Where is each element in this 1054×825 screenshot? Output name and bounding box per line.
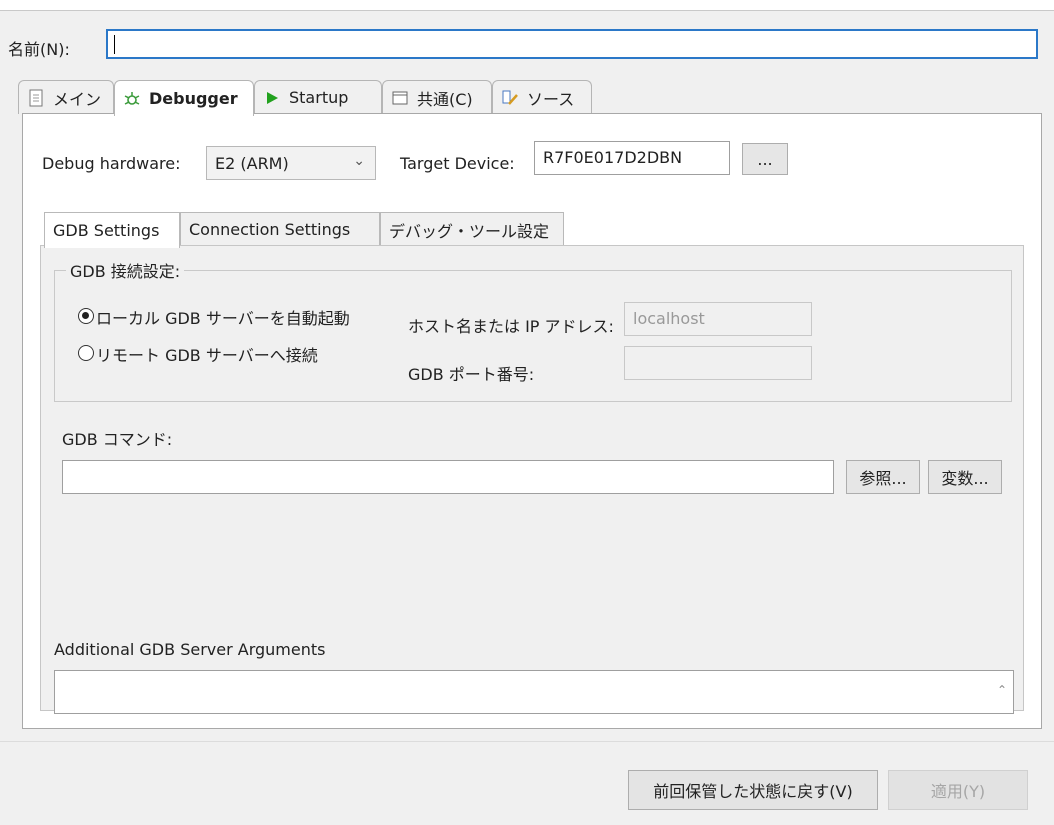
tab-source[interactable]: ソース <box>492 80 592 114</box>
host-label: ホスト名または IP アドレス: <box>408 317 614 336</box>
debug-hardware-select[interactable]: E2 (ARM) ⌄ <box>206 146 376 180</box>
additional-args-textarea[interactable]: ⌃ <box>54 670 1014 714</box>
remote-gdb-radio[interactable] <box>78 345 94 361</box>
gdb-command-browse-button[interactable]: 参照... <box>846 460 920 494</box>
window-icon <box>392 91 408 104</box>
tab-source-label: ソース <box>527 89 575 109</box>
remote-gdb-label: リモート GDB サーバーへ接続 <box>96 346 318 365</box>
scroll-up-icon[interactable]: ⌃ <box>997 683 1007 697</box>
target-device-input[interactable]: R7F0E017D2DBN <box>534 141 730 175</box>
port-input[interactable] <box>624 346 812 380</box>
chevron-down-icon: ⌄ <box>353 153 365 169</box>
tab-connection-settings[interactable]: Connection Settings <box>180 212 380 246</box>
tab-debugger-label: Debugger <box>149 89 238 108</box>
gdb-command-variables-label: 変数... <box>941 469 989 488</box>
apply-button[interactable]: 適用(Y) <box>888 770 1028 810</box>
revert-label: 前回保管した状態に戻す(V) <box>653 782 853 801</box>
local-gdb-radio[interactable] <box>78 308 94 324</box>
tab-startup[interactable]: Startup <box>254 80 382 114</box>
gdb-command-label: GDB コマンド: <box>62 430 173 449</box>
port-label: GDB ポート番号: <box>408 365 535 384</box>
revert-button[interactable]: 前回保管した状態に戻す(V) <box>628 770 878 810</box>
debug-hardware-label: Debug hardware: <box>42 154 181 173</box>
tab-main-label: メイン <box>53 89 102 109</box>
footer-separator <box>0 741 1054 742</box>
tab-common-label: 共通(C) <box>417 89 473 109</box>
name-input[interactable] <box>106 29 1038 59</box>
document-icon <box>29 89 43 106</box>
tab-debug-tool-settings-label: デバッグ・ツール設定 <box>389 221 550 241</box>
tab-main[interactable]: メイン <box>18 80 114 114</box>
gdb-command-input[interactable] <box>62 460 834 494</box>
tab-debugger[interactable]: Debugger <box>114 80 254 116</box>
tab-gdb-settings[interactable]: GDB Settings <box>44 212 180 248</box>
target-device-browse-label: ... <box>757 149 773 169</box>
tab-debug-tool-settings[interactable]: デバッグ・ツール設定 <box>380 212 564 246</box>
gdb-connection-group-title: GDB 接続設定: <box>66 258 185 282</box>
tab-startup-label: Startup <box>289 88 349 107</box>
gdb-command-browse-label: 参照... <box>859 469 907 488</box>
target-device-browse-button[interactable]: ... <box>742 143 788 175</box>
tab-common[interactable]: 共通(C) <box>382 80 492 114</box>
bug-icon <box>124 91 140 105</box>
host-input[interactable]: localhost <box>624 302 812 336</box>
top-edge <box>0 0 1054 11</box>
host-value: localhost <box>633 309 705 328</box>
source-icon <box>502 90 518 105</box>
target-device-label: Target Device: <box>400 154 515 173</box>
local-gdb-label: ローカル GDB サーバーを自動起動 <box>96 309 350 328</box>
target-device-value: R7F0E017D2DBN <box>543 148 683 167</box>
debug-hardware-value: E2 (ARM) <box>215 154 289 173</box>
play-icon <box>267 91 278 104</box>
text-caret <box>114 35 115 54</box>
tab-connection-settings-label: Connection Settings <box>189 220 351 239</box>
additional-args-label: Additional GDB Server Arguments <box>54 640 326 659</box>
tab-gdb-settings-label: GDB Settings <box>53 221 160 240</box>
apply-label: 適用(Y) <box>930 782 986 801</box>
name-label: 名前(N): <box>8 40 70 59</box>
gdb-command-variables-button[interactable]: 変数... <box>928 460 1002 494</box>
